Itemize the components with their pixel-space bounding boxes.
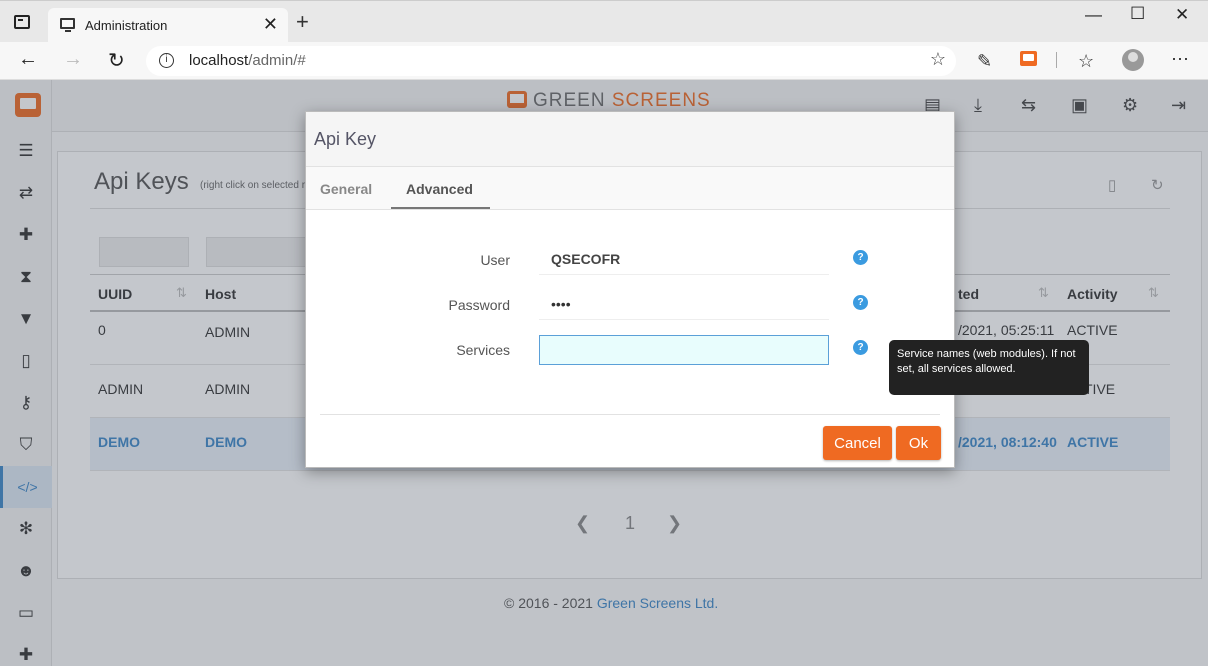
help-icon[interactable]: ? bbox=[853, 340, 868, 355]
profile-avatar[interactable] bbox=[1122, 49, 1144, 71]
forward-button[interactable]: → bbox=[63, 48, 83, 71]
minimize-button[interactable]: — bbox=[1085, 5, 1102, 25]
close-window-button[interactable]: ✕ bbox=[1175, 5, 1189, 25]
add-favorite-icon[interactable]: ☆ bbox=[930, 49, 946, 70]
tab-close-icon[interactable]: ✕ bbox=[263, 14, 278, 35]
monitor-icon bbox=[60, 18, 75, 32]
ok-button[interactable]: Ok bbox=[896, 426, 941, 460]
green-screens-extension-icon[interactable] bbox=[1020, 51, 1037, 66]
api-key-dialog: Api Key General Advanced User QSECOFR ? … bbox=[305, 111, 955, 468]
back-button[interactable]: ← bbox=[18, 48, 38, 71]
dialog-tabs: General Advanced bbox=[306, 167, 954, 210]
help-icon[interactable]: ? bbox=[853, 295, 868, 310]
maximize-button[interactable]: ☐ bbox=[1130, 4, 1145, 24]
dialog-divider bbox=[320, 414, 940, 415]
dialog-header: Api Key bbox=[306, 112, 954, 167]
user-value: QSECOFR bbox=[539, 243, 829, 275]
info-icon[interactable]: i bbox=[159, 53, 174, 68]
browser-tab[interactable]: Administration ✕ bbox=[48, 8, 288, 43]
reading-view-icon[interactable]: ✎ bbox=[977, 51, 992, 72]
url-bar[interactable]: i localhost/admin/# ☆ bbox=[146, 46, 956, 76]
services-label: Services bbox=[456, 342, 510, 358]
url-text: localhost/admin/# bbox=[189, 52, 306, 69]
tab-advanced[interactable]: Advanced bbox=[406, 181, 473, 197]
reload-button[interactable]: ↻ bbox=[108, 48, 125, 73]
services-tooltip: Service names (web modules). If not set,… bbox=[889, 340, 1089, 395]
dialog-title: Api Key bbox=[314, 129, 377, 149]
cancel-button[interactable]: Cancel bbox=[823, 426, 892, 460]
url-path: /admin/# bbox=[248, 52, 306, 69]
new-tab-button[interactable]: + bbox=[296, 11, 309, 33]
more-menu-icon[interactable]: ⋯ bbox=[1171, 49, 1189, 70]
services-input[interactable] bbox=[539, 335, 829, 365]
tab-general[interactable]: General bbox=[320, 181, 372, 197]
password-label: Password bbox=[448, 297, 510, 313]
user-label: User bbox=[480, 252, 510, 268]
password-value: •••• bbox=[539, 288, 829, 320]
tab-title: Administration bbox=[85, 18, 168, 33]
window-menu-icon[interactable] bbox=[14, 15, 30, 29]
active-tab-indicator bbox=[391, 207, 490, 209]
toolbar-separator bbox=[1056, 52, 1057, 68]
favorites-icon[interactable]: ☆ bbox=[1078, 51, 1094, 72]
help-icon[interactable]: ? bbox=[853, 250, 868, 265]
url-host: localhost bbox=[189, 52, 249, 69]
browser-tab-bar: Administration ✕ + — ☐ ✕ bbox=[0, 0, 1208, 43]
